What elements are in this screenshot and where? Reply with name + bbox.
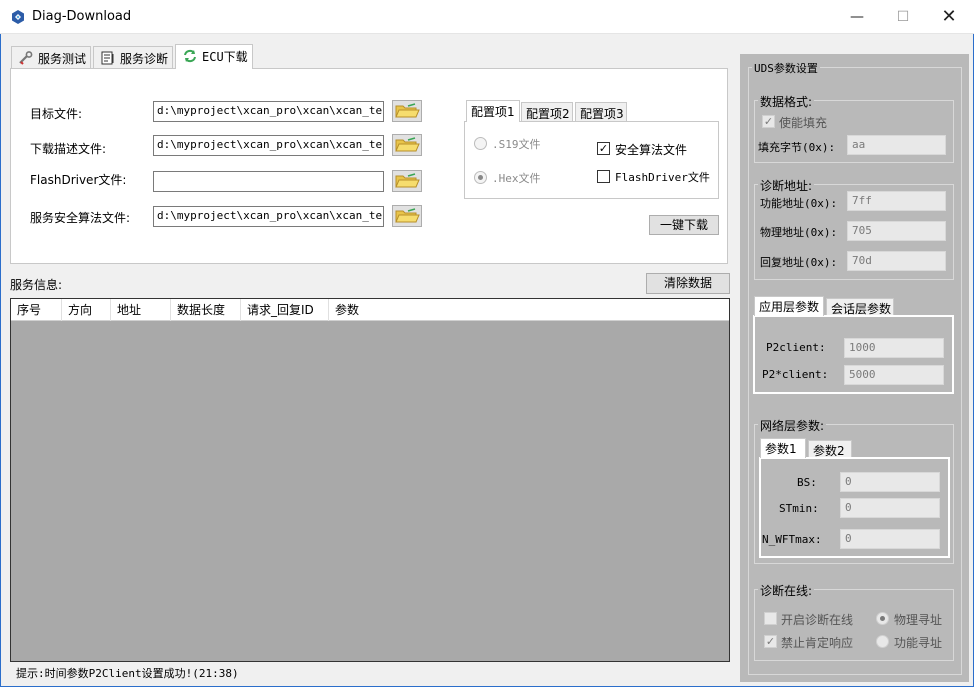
physical-address-label: 物理地址(0x): [760, 226, 838, 239]
uds-settings-title: UDS参数设置 [752, 60, 820, 76]
p2client-input[interactable]: 1000 [844, 338, 944, 358]
functional-addressing-radio[interactable] [876, 635, 889, 648]
physical-addressing-label: 物理寻址 [894, 613, 943, 627]
diag-address-label: 诊断地址: [758, 177, 815, 194]
target-file-browse-button[interactable] [392, 100, 422, 122]
maximize-button[interactable]: ☐ [880, 0, 926, 34]
column-header-direction[interactable]: 方向 [62, 299, 111, 321]
suppress-positive-label: 禁止肯定响应 [781, 636, 854, 650]
functional-address-label: 功能地址(0x): [760, 197, 838, 210]
tab-config-1[interactable]: 配置项1 [466, 100, 520, 122]
s19-radio[interactable] [474, 137, 487, 150]
window-title: Diag-Download [32, 9, 132, 24]
security-file-input[interactable]: d:\myproject\xcan_pro\xcan\xcan_test_2 [153, 206, 384, 227]
tab-config-3[interactable]: 配置项3 [575, 102, 627, 121]
hex-label: .Hex文件 [492, 172, 541, 185]
security-file-label: 服务安全算法文件: [30, 211, 131, 225]
flashdriver-checkbox[interactable] [597, 170, 610, 183]
config-panel [464, 121, 719, 199]
target-file-input[interactable]: d:\myproject\xcan_pro\xcan\xcan_test_2 [153, 101, 384, 122]
clear-data-button[interactable]: 清除数据 [646, 273, 730, 294]
s19-label: .S19文件 [492, 138, 541, 151]
one-click-download-button[interactable]: 一键下载 [649, 215, 719, 235]
functional-address-input[interactable]: 7ff [847, 191, 946, 211]
enable-fill-checkbox[interactable]: ✓ [762, 115, 775, 128]
security-algo-label: 安全算法文件 [615, 143, 688, 157]
stmin-label: STmin: [779, 502, 819, 515]
p2client-label: P2client: [766, 341, 826, 354]
data-format-label: 数据格式: [758, 93, 815, 110]
physical-address-input[interactable]: 705 [847, 221, 946, 241]
tab-service-diag[interactable]: 服务诊断 [93, 46, 173, 68]
fill-byte-input[interactable]: aa [847, 135, 946, 155]
app-logo-icon [12, 10, 24, 24]
column-header-params[interactable]: 参数 [329, 299, 729, 321]
column-header-data-length[interactable]: 数据长度 [171, 299, 241, 321]
tab-session-layer-params[interactable]: 会话层参数 [826, 298, 894, 316]
enable-fill-label: 使能填充 [779, 116, 828, 130]
tab-network-param-1[interactable]: 参数1 [760, 438, 806, 458]
tab-service-test[interactable]: 服务测试 [11, 46, 91, 68]
network-layer-label: 网络层参数: [758, 417, 827, 434]
tab-ecu-download-label: ECU下载 [202, 50, 248, 64]
tab-network-param-2[interactable]: 参数2 [808, 440, 852, 458]
tab-ecu-download[interactable]: ECU下载 [175, 44, 253, 69]
fill-byte-label: 填充字节(0x): [758, 141, 836, 154]
desc-file-browse-button[interactable] [392, 134, 422, 156]
p2star-client-label: P2*client: [762, 368, 829, 381]
stmin-input[interactable]: 0 [840, 498, 940, 518]
tab-config-2[interactable]: 配置项2 [521, 102, 573, 121]
hex-radio[interactable] [474, 171, 487, 184]
suppress-positive-checkbox[interactable]: ✓ [764, 635, 777, 648]
service-info-table[interactable]: 序号 方向 地址 数据长度 请求_回复ID 参数 [10, 298, 730, 662]
tab-service-diag-label: 服务诊断 [120, 52, 169, 66]
bs-label: BS: [797, 476, 817, 489]
diag-online-label: 诊断在线: [758, 582, 815, 599]
folder-open-icon [395, 137, 420, 152]
document-icon [101, 51, 114, 65]
n-wftmax-label: N_WFTmax: [762, 533, 822, 546]
refresh-icon [184, 49, 196, 63]
p2star-client-input[interactable]: 5000 [844, 365, 944, 385]
column-header-request-reply-id[interactable]: 请求_回复ID [241, 299, 329, 321]
tab-service-test-label: 服务测试 [38, 52, 87, 66]
desc-file-input[interactable]: d:\myproject\xcan_pro\xcan\xcan_test_2 [153, 135, 384, 156]
column-header-address[interactable]: 地址 [111, 299, 171, 321]
physical-addressing-radio[interactable] [876, 612, 889, 625]
target-file-label: 目标文件: [30, 107, 83, 121]
close-button[interactable]: ✕ [926, 0, 972, 34]
flashdriver-file-input[interactable] [153, 171, 384, 192]
flashdriver-file-label: FlashDriver文件: [30, 173, 127, 187]
folder-open-icon [395, 173, 420, 188]
functional-addressing-label: 功能寻址 [894, 636, 943, 650]
title-bar: Diag-Download — ☐ ✕ [0, 0, 974, 34]
service-info-label: 服务信息: [10, 278, 63, 292]
n-wftmax-input[interactable]: 0 [840, 529, 940, 549]
desc-file-label: 下载描述文件: [30, 142, 107, 156]
minimize-button[interactable]: — [834, 0, 880, 34]
bs-input[interactable]: 0 [840, 472, 940, 492]
enable-online-checkbox[interactable] [764, 612, 777, 625]
folder-open-icon [395, 208, 420, 223]
response-address-label: 回复地址(0x): [760, 256, 838, 269]
wrench-icon [19, 51, 33, 65]
security-algo-checkbox[interactable]: ✓ [597, 142, 610, 155]
table-header: 序号 方向 地址 数据长度 请求_回复ID 参数 [11, 299, 729, 321]
tab-app-layer-params[interactable]: 应用层参数 [754, 296, 824, 316]
response-address-input[interactable]: 70d [847, 251, 946, 271]
flashdriver-checkbox-label: FlashDriver文件 [615, 171, 710, 184]
column-header-index[interactable]: 序号 [11, 299, 62, 321]
security-file-browse-button[interactable] [392, 205, 422, 227]
folder-open-icon [395, 103, 420, 118]
enable-online-label: 开启诊断在线 [781, 613, 854, 627]
status-message: 提示:时间参数P2Client设置成功!(21:38) [16, 667, 239, 680]
flashdriver-file-browse-button[interactable] [392, 170, 422, 192]
